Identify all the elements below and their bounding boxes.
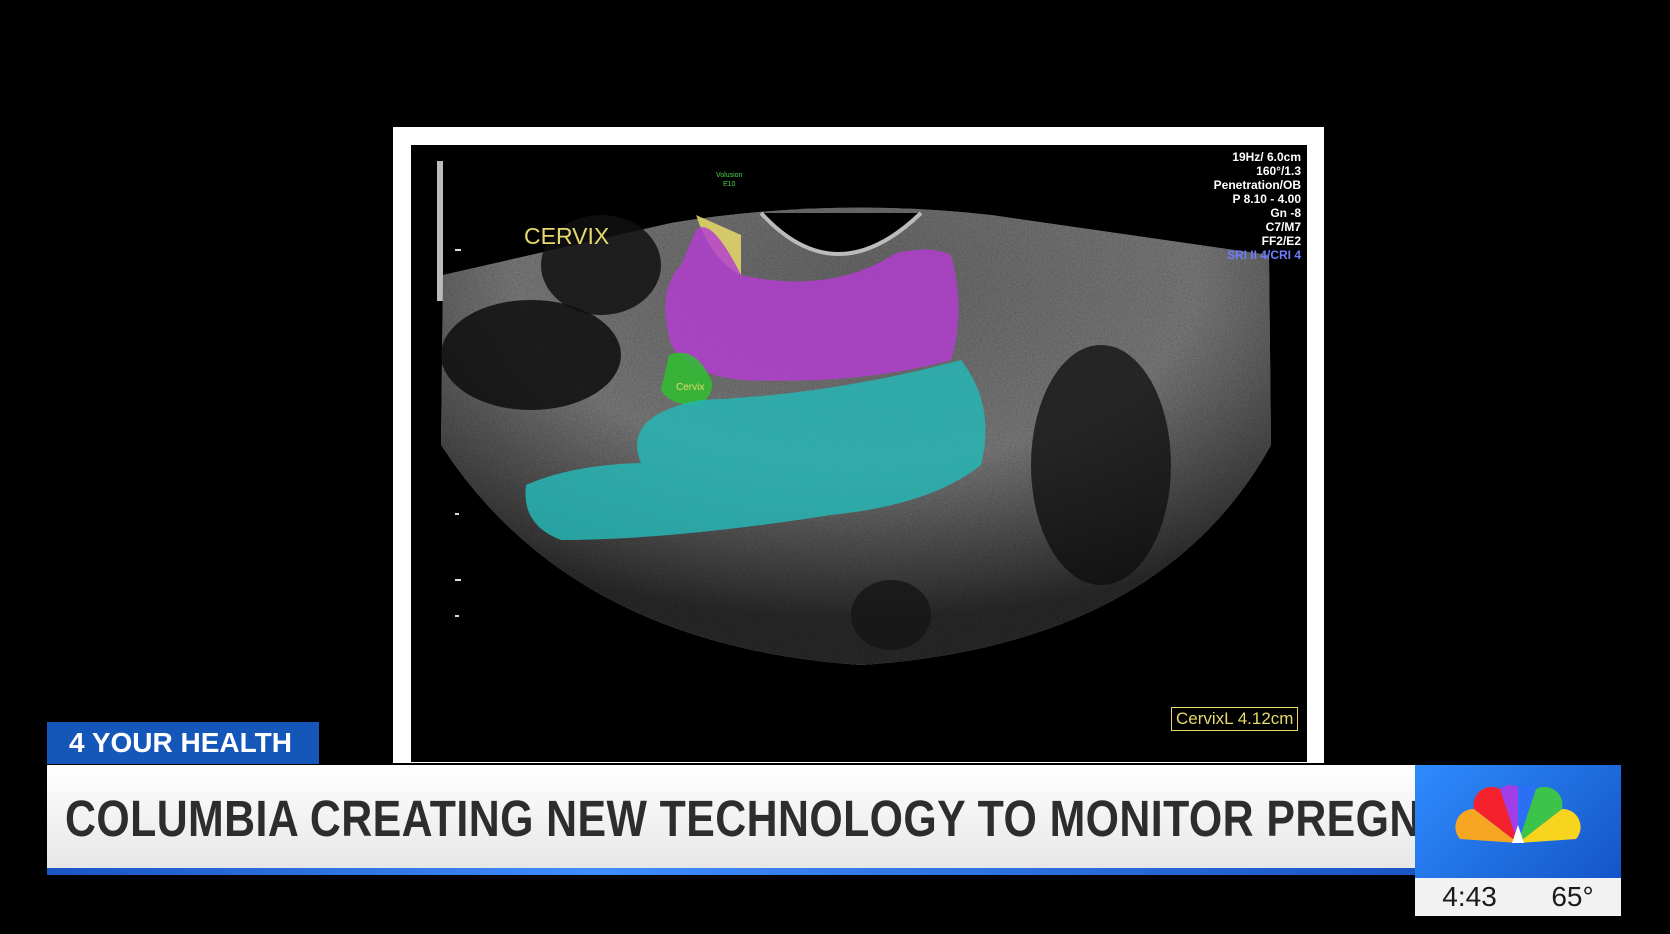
temperature: 65°: [1551, 881, 1594, 912]
param-line: FF2/E2: [1261, 234, 1301, 248]
param-line: Penetration/OB: [1213, 178, 1301, 192]
volume-label-line1: Volusion: [716, 172, 743, 179]
headline-bar: COLUMBIA CREATING NEW TECHNOLOGY TO MONI…: [47, 765, 1415, 871]
cervix-marker: Cervix: [676, 382, 705, 393]
headline-underline: [47, 868, 1415, 875]
nbc-logo-box: [1415, 765, 1621, 878]
volume-label-line2: E10: [723, 181, 736, 188]
param-line: C7/M7: [1265, 220, 1301, 234]
time-weather-box: 4:43 65°: [1415, 878, 1621, 916]
param-line: 160°/1.3: [1256, 164, 1301, 178]
volume-label: Volusion E10: [716, 171, 742, 189]
param-line: P 8.10 - 4.00: [1232, 192, 1302, 206]
ultrasound-image: CERVIX Volusion E10 Cervix 19Hz/ 6.0cm 1…: [411, 145, 1307, 762]
param-line: 19Hz/ 6.0cm: [1232, 150, 1301, 164]
nbc-peacock-icon: [1455, 785, 1581, 843]
segment-label: 4 YOUR HEALTH: [69, 727, 292, 758]
measurement-readout: CervixL 4.12cm: [1171, 707, 1299, 731]
scan-parameters: 19Hz/ 6.0cm 160°/1.3 Penetration/OB P 8.…: [1214, 150, 1301, 262]
clock-time: 4:43: [1442, 881, 1497, 912]
segment-tag: 4 YOUR HEALTH: [47, 722, 319, 764]
headline-text: COLUMBIA CREATING NEW TECHNOLOGY TO MONI…: [65, 789, 1415, 847]
gray-scale-bar: [437, 161, 443, 301]
cervix-title: CERVIX: [524, 223, 610, 249]
param-line-highlight: SRI II 4/CRI 4: [1226, 248, 1301, 262]
param-line: Gn -8: [1270, 206, 1301, 220]
